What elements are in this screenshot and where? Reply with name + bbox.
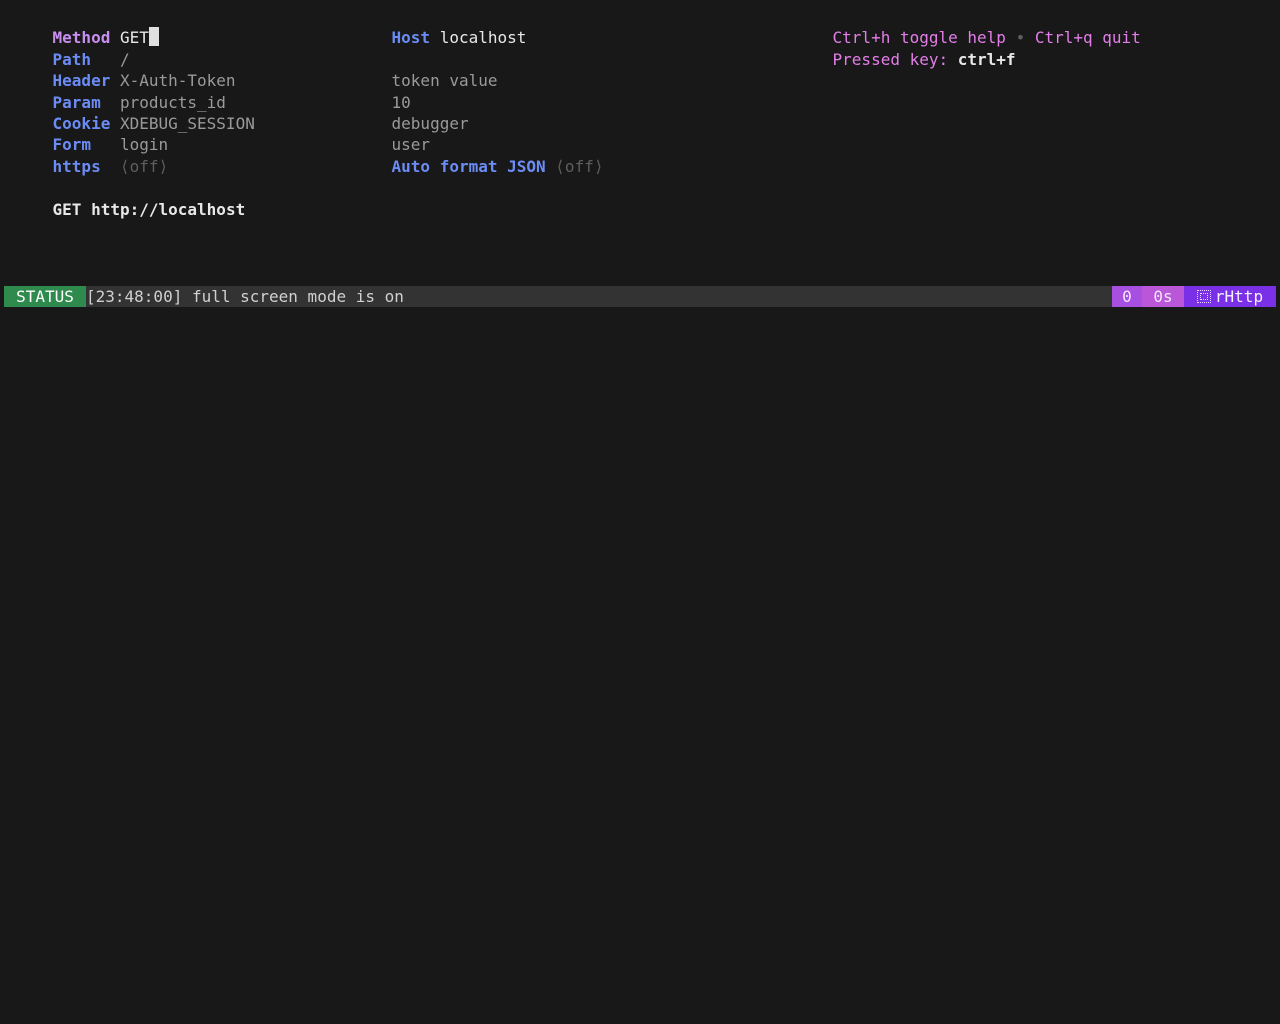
form-value-cell[interactable]: user — [353, 113, 431, 154]
method-row[interactable]: Method GET — [14, 6, 159, 47]
status-message: [23:48:00] full screen mode is on — [86, 287, 404, 306]
host-label: Host — [391, 28, 431, 48]
brand-badge: rHttp — [1184, 286, 1276, 308]
response-time: 0s — [1142, 286, 1184, 308]
status-tag: STATUS — [4, 286, 86, 308]
auto-format-json-state[interactable]: ⟨off⟩ — [555, 157, 603, 176]
response-count: 0 — [1112, 286, 1142, 308]
summary-url: http://localhost — [91, 200, 246, 220]
help-row: Ctrl+h toggle help • Ctrl+q quit — [794, 6, 1141, 47]
param-row[interactable]: Param products_id — [14, 70, 226, 112]
cookie-value-cell[interactable]: debugger — [353, 92, 469, 133]
pressed-key-row: Pressed key: ctrl+f — [794, 27, 1016, 69]
form-row[interactable]: Form login — [14, 113, 169, 154]
param-value-cell[interactable]: 10 — [353, 70, 411, 112]
request-summary: GET http://localhost — [14, 178, 246, 219]
header-row[interactable]: Header X-Auth-Token — [14, 49, 236, 90]
https-state[interactable]: ⟨off⟩ — [120, 157, 168, 176]
quit-hint: Ctrl+q quit — [1034, 28, 1141, 48]
status-bar: STATUS [23:48:00] full screen mode is on… — [4, 286, 1276, 308]
pressed-key-value: ctrl+f — [957, 49, 1016, 69]
host-value[interactable]: localhost — [440, 28, 527, 47]
header-value-cell[interactable]: token value — [353, 49, 498, 90]
summary-method: GET — [52, 200, 82, 220]
text-cursor — [148, 27, 159, 47]
cookie-row[interactable]: Cookie XDEBUG_SESSION — [14, 92, 255, 133]
host-row[interactable]: Host localhost — [353, 6, 527, 47]
terminal-window: Method GET Host localhost Ctrl+h toggle … — [0, 0, 1280, 1024]
help-separator: • — [1015, 28, 1026, 48]
path-row[interactable]: Path / — [14, 27, 130, 69]
pressed-key-label: Pressed key: — [832, 49, 949, 69]
https-toggle[interactable]: https ⟨off⟩ — [14, 134, 169, 176]
auto-format-json-label: Auto format JSON — [391, 156, 546, 176]
brand-name: rHttp — [1214, 287, 1264, 306]
https-label: https — [52, 156, 101, 176]
auto-format-json-toggle[interactable]: Auto format JSON ⟨off⟩ — [353, 134, 604, 176]
grid-icon — [1196, 290, 1211, 303]
